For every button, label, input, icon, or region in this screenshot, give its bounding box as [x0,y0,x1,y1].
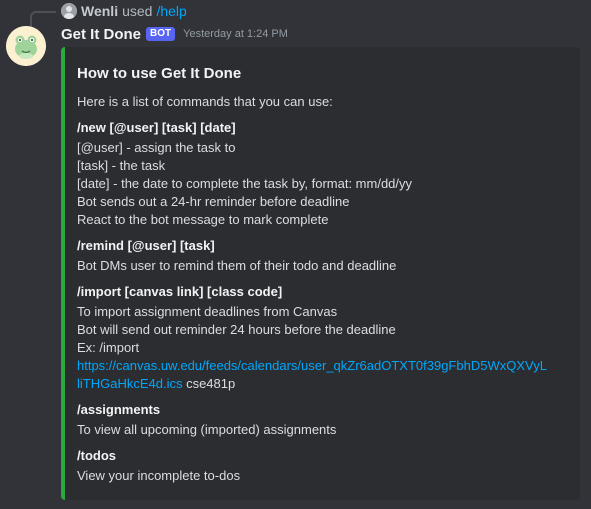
user-avatar-icon [61,3,77,19]
reply-command[interactable]: /help [156,3,186,19]
command-assignments: /assignments To view all upcoming (impor… [77,401,568,439]
command-remind: /remind [@user] [task] Bot DMs user to r… [77,237,568,275]
reply-avatar[interactable] [61,3,77,19]
command-new: /new [@user] [task] [date] [@user] - ass… [77,119,568,229]
reply-connector [30,11,56,27]
bot-badge: BOT [146,27,176,41]
command-desc-line: View your incomplete to-dos [77,468,241,483]
command-desc-line: To import assignment deadlines from Canv… [77,304,338,319]
bot-username[interactable]: Get It Done [61,26,141,43]
command-name: /import [canvas link] [class code] [77,284,283,299]
canvas-feed-link-cont[interactable]: liTHGaHkcE4d.ics [77,376,182,391]
frog-icon [6,26,46,66]
reply-username[interactable]: Wenli [81,3,118,19]
embed-intro: Here is a list of commands that you can … [77,94,333,109]
canvas-link-line: https://canvas.uw.edu/feeds/calendars/us… [77,357,568,375]
command-name: /assignments [77,402,161,417]
message-timestamp[interactable]: Yesterday at 1:24 PM [183,28,288,40]
reply-used-text: used [122,3,153,19]
command-name: /remind [@user] [task] [77,238,215,253]
command-desc-line: Ex: /import [77,340,140,355]
canvas-feed-link[interactable]: https://canvas.uw.edu/feeds/calendars/us… [77,358,547,373]
reply-context[interactable]: Wenli used /help [61,2,187,20]
command-name: /new [@user] [task] [date] [77,120,236,135]
help-embed: How to use Get It Done Here is a list of… [61,47,580,500]
class-code: cse481p [182,376,236,391]
command-todos: /todos View your incomplete to-dos [77,447,568,485]
canvas-link-line: liTHGaHkcE4d.ics cse481p [77,375,568,393]
command-name: /todos [77,448,116,463]
command-desc-line: React to the bot message to mark complet… [77,212,329,227]
command-desc-line: [date] - the date to complete the task b… [77,176,413,191]
command-desc-line: [@user] - assign the task to [77,140,236,155]
command-import: /import [canvas link] [class code] To im… [77,283,568,393]
bot-avatar[interactable] [6,26,46,66]
command-desc-line: [task] - the task [77,158,166,173]
command-desc-line: Bot DMs user to remind them of their tod… [77,258,397,273]
embed-title: How to use Get It Done [77,65,242,82]
command-desc-line: Bot will send out reminder 24 hours befo… [77,322,396,337]
message-header: Get It Done BOT Yesterday at 1:24 PM [61,24,288,44]
command-desc-line: Bot sends out a 24-hr reminder before de… [77,194,350,209]
command-desc-line: To view all upcoming (imported) assignme… [77,422,337,437]
